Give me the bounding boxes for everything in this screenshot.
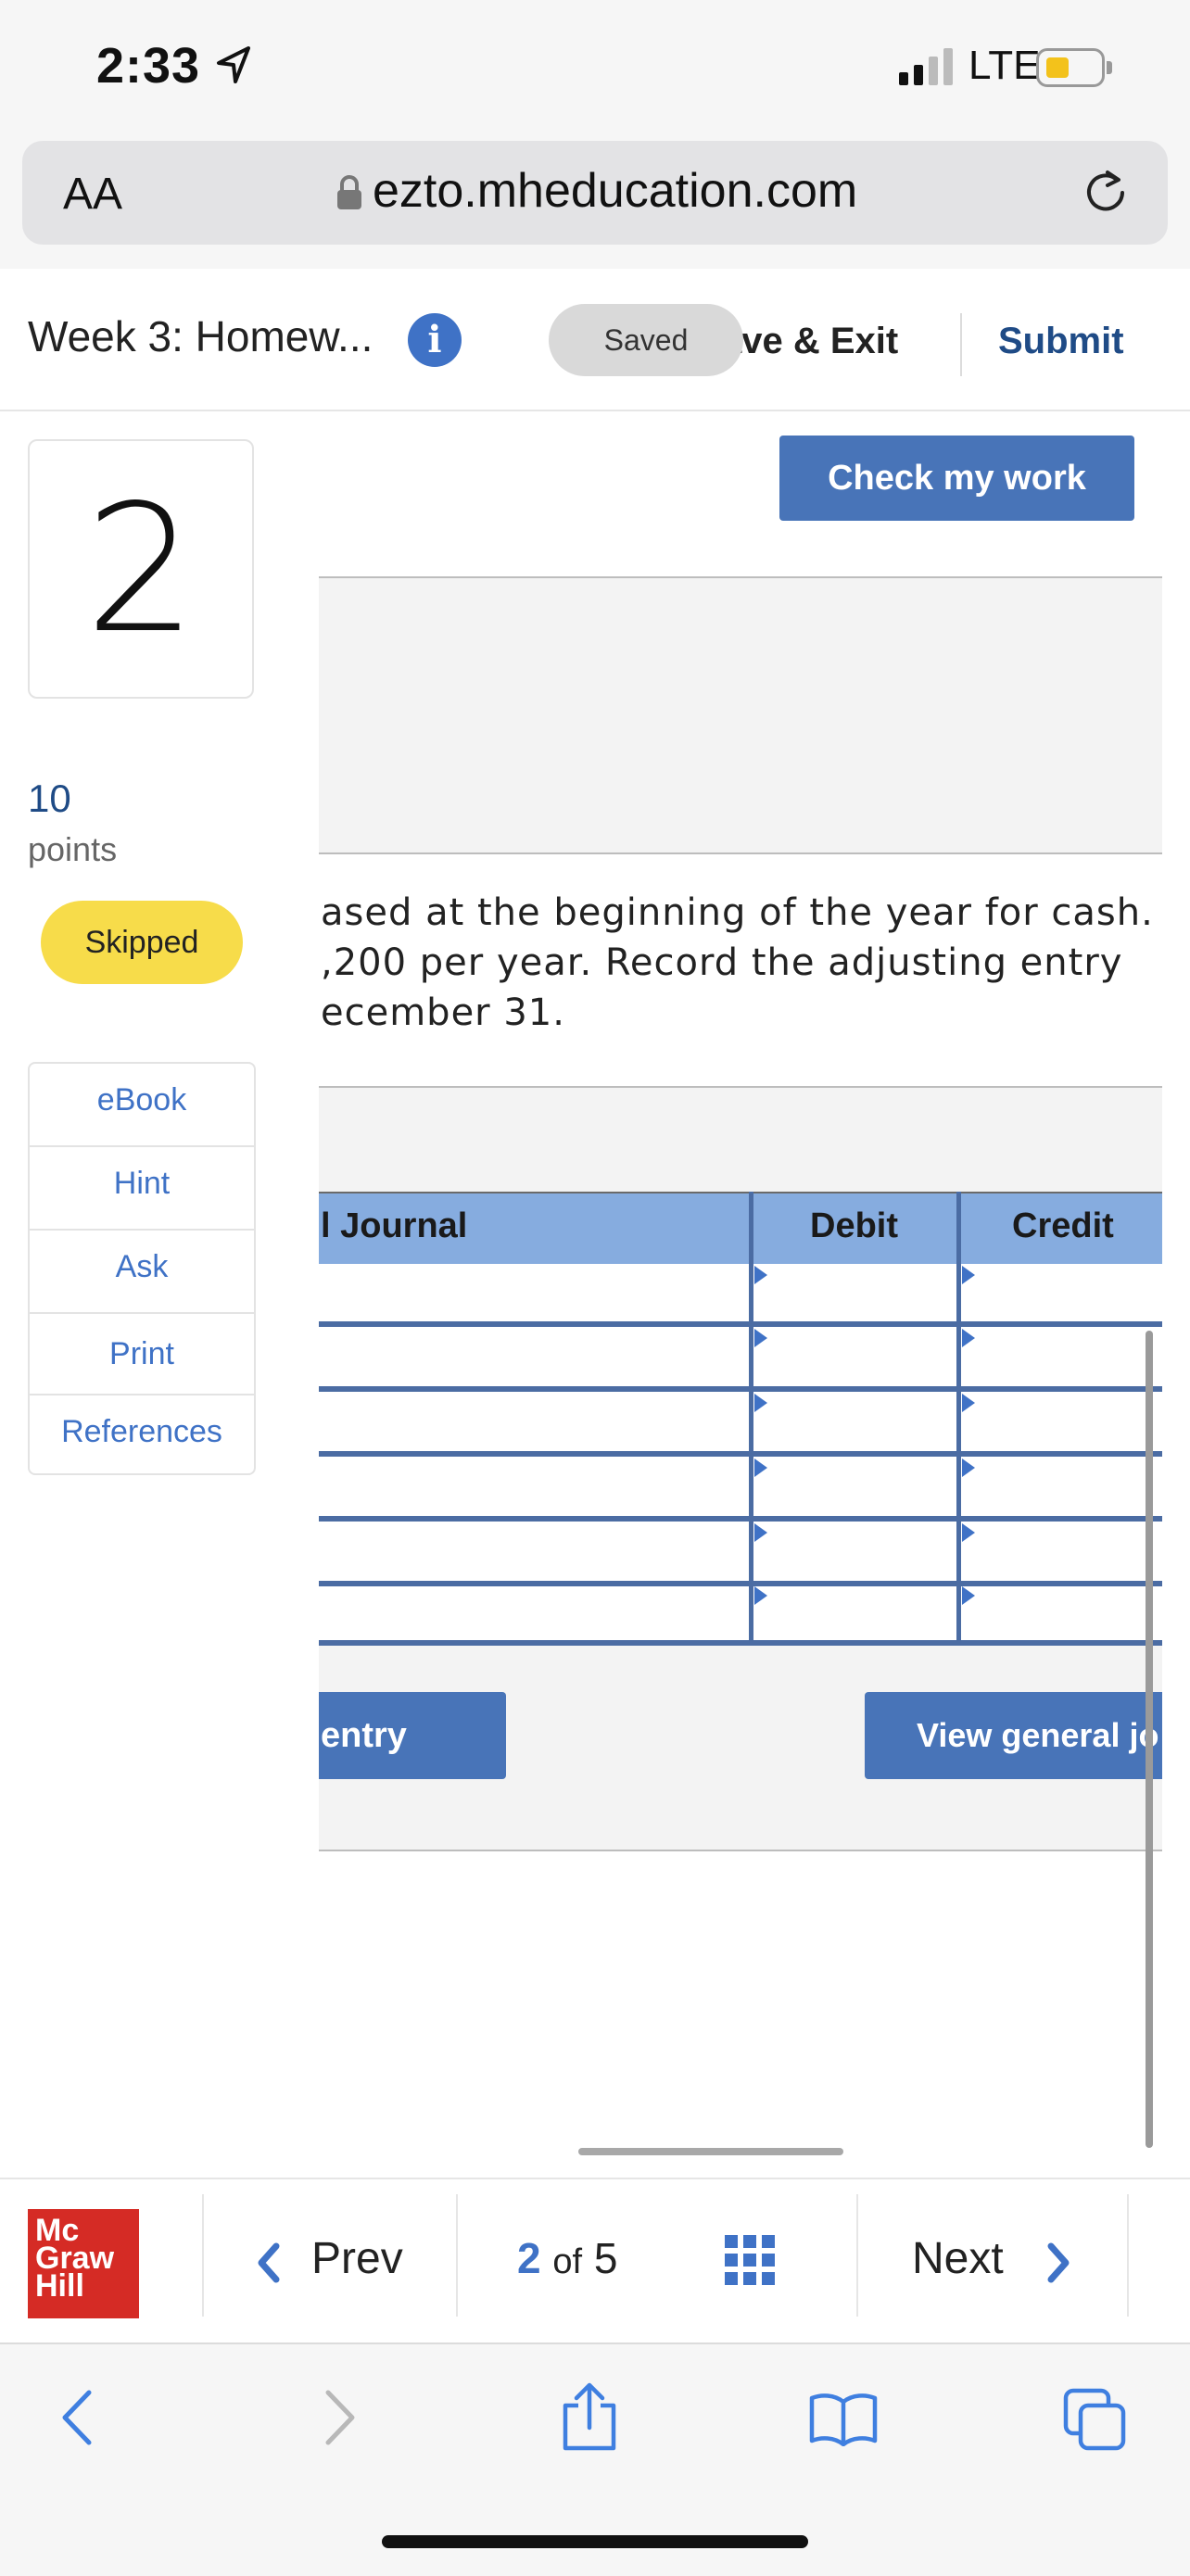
submit-button[interactable]: Submit bbox=[998, 321, 1124, 362]
next-button[interactable]: Next bbox=[912, 2233, 1004, 2284]
column-divider bbox=[956, 1192, 961, 1644]
debit-cell-marker[interactable] bbox=[754, 1394, 767, 1412]
credit-cell-marker[interactable] bbox=[962, 1329, 975, 1347]
back-icon[interactable] bbox=[59, 2389, 96, 2446]
divider bbox=[30, 1394, 254, 1395]
column-divider bbox=[749, 1192, 753, 1644]
share-icon[interactable] bbox=[560, 2381, 619, 2452]
forward-icon[interactable] bbox=[321, 2389, 358, 2446]
view-general-journal-button[interactable]: View general jo bbox=[865, 1692, 1162, 1779]
grid-icon[interactable] bbox=[725, 2235, 775, 2285]
saved-badge: Saved bbox=[549, 304, 743, 376]
divider bbox=[30, 1229, 254, 1231]
hint-link[interactable]: Hint bbox=[28, 1166, 256, 1202]
text-size-button[interactable]: AA bbox=[63, 169, 122, 220]
battery-icon bbox=[1036, 48, 1105, 87]
question-text-line: ecember 31. bbox=[321, 991, 565, 1034]
debit-cell-marker[interactable] bbox=[754, 1586, 767, 1605]
ask-link[interactable]: Ask bbox=[28, 1249, 256, 1285]
references-link[interactable]: References bbox=[28, 1414, 256, 1450]
row-divider bbox=[319, 1451, 1162, 1457]
question-text-line: ,200 per year. Record the adjusting entr… bbox=[321, 941, 1123, 984]
row-divider bbox=[319, 1321, 1162, 1327]
network-label: LTE bbox=[968, 43, 1041, 88]
page-indicator[interactable]: 2 of 5 bbox=[517, 2233, 617, 2283]
debit-cell-marker[interactable] bbox=[754, 1458, 767, 1477]
signal-icon bbox=[899, 48, 953, 85]
location-arrow-icon bbox=[217, 46, 250, 83]
debit-cell-marker[interactable] bbox=[754, 1523, 767, 1542]
home-indicator[interactable] bbox=[382, 2535, 808, 2548]
print-link[interactable]: Print bbox=[28, 1336, 256, 1372]
debit-cell-marker[interactable] bbox=[754, 1266, 767, 1284]
credit-cell-marker[interactable] bbox=[962, 1586, 975, 1605]
tabs-icon[interactable] bbox=[1062, 2387, 1127, 2452]
mcgraw-hill-logo: Mc Graw Hill bbox=[28, 2209, 139, 2318]
check-my-work-button[interactable]: Check my work bbox=[779, 436, 1134, 521]
header-divider bbox=[960, 313, 962, 376]
row-divider bbox=[319, 1581, 1162, 1586]
bookmarks-icon[interactable] bbox=[808, 2393, 879, 2446]
credit-cell-marker[interactable] bbox=[962, 1266, 975, 1284]
credit-cell-marker[interactable] bbox=[962, 1523, 975, 1542]
question-banner bbox=[319, 576, 1162, 854]
prev-button[interactable]: Prev bbox=[311, 2233, 403, 2284]
chevron-left-icon[interactable] bbox=[252, 2241, 284, 2285]
save-exit-button[interactable]: ave & Exit bbox=[721, 321, 898, 362]
credit-cell-marker[interactable] bbox=[962, 1394, 975, 1412]
divider bbox=[30, 1312, 254, 1314]
info-icon[interactable]: i bbox=[408, 313, 462, 367]
status-badge: Skipped bbox=[41, 901, 243, 984]
clock: 2:33 bbox=[96, 38, 201, 94]
journal-column-header: l Journal bbox=[321, 1206, 468, 1245]
divider bbox=[456, 2194, 458, 2317]
points-value: 10 bbox=[28, 777, 71, 820]
divider bbox=[856, 2194, 858, 2317]
row-divider bbox=[319, 1516, 1162, 1522]
vertical-scrollbar[interactable] bbox=[1146, 1331, 1153, 2148]
divider bbox=[1127, 2194, 1129, 2317]
record-entry-button[interactable]: entry bbox=[319, 1692, 506, 1779]
url-text[interactable]: ezto.mheducation.com bbox=[373, 163, 857, 219]
row-divider bbox=[319, 1386, 1162, 1392]
current-page: 2 bbox=[517, 2234, 541, 2282]
row-divider bbox=[319, 1640, 1162, 1646]
ebook-link[interactable]: eBook bbox=[28, 1082, 256, 1118]
credit-cell-marker[interactable] bbox=[962, 1458, 975, 1477]
battery-level bbox=[1046, 57, 1069, 78]
debit-column-header: Debit bbox=[810, 1206, 898, 1245]
points-label: points bbox=[28, 830, 118, 868]
question-number: 2 bbox=[84, 467, 197, 672]
horizontal-scrollbar[interactable] bbox=[578, 2148, 843, 2155]
question-text-line: ased at the beginning of the year for ca… bbox=[321, 891, 1154, 934]
divider bbox=[202, 2194, 204, 2317]
total-pages: 5 bbox=[593, 2234, 618, 2282]
battery-tip bbox=[1107, 61, 1112, 74]
assignment-title: Week 3: Homew... bbox=[28, 312, 373, 360]
of-label: of bbox=[552, 2242, 583, 2281]
lock-icon bbox=[337, 175, 361, 209]
logo-line: Hill bbox=[35, 2268, 84, 2304]
reload-icon[interactable] bbox=[1080, 167, 1132, 219]
credit-column-header: Credit bbox=[1012, 1206, 1114, 1245]
divider bbox=[30, 1145, 254, 1147]
chevron-right-icon[interactable] bbox=[1044, 2241, 1075, 2285]
debit-cell-marker[interactable] bbox=[754, 1329, 767, 1347]
